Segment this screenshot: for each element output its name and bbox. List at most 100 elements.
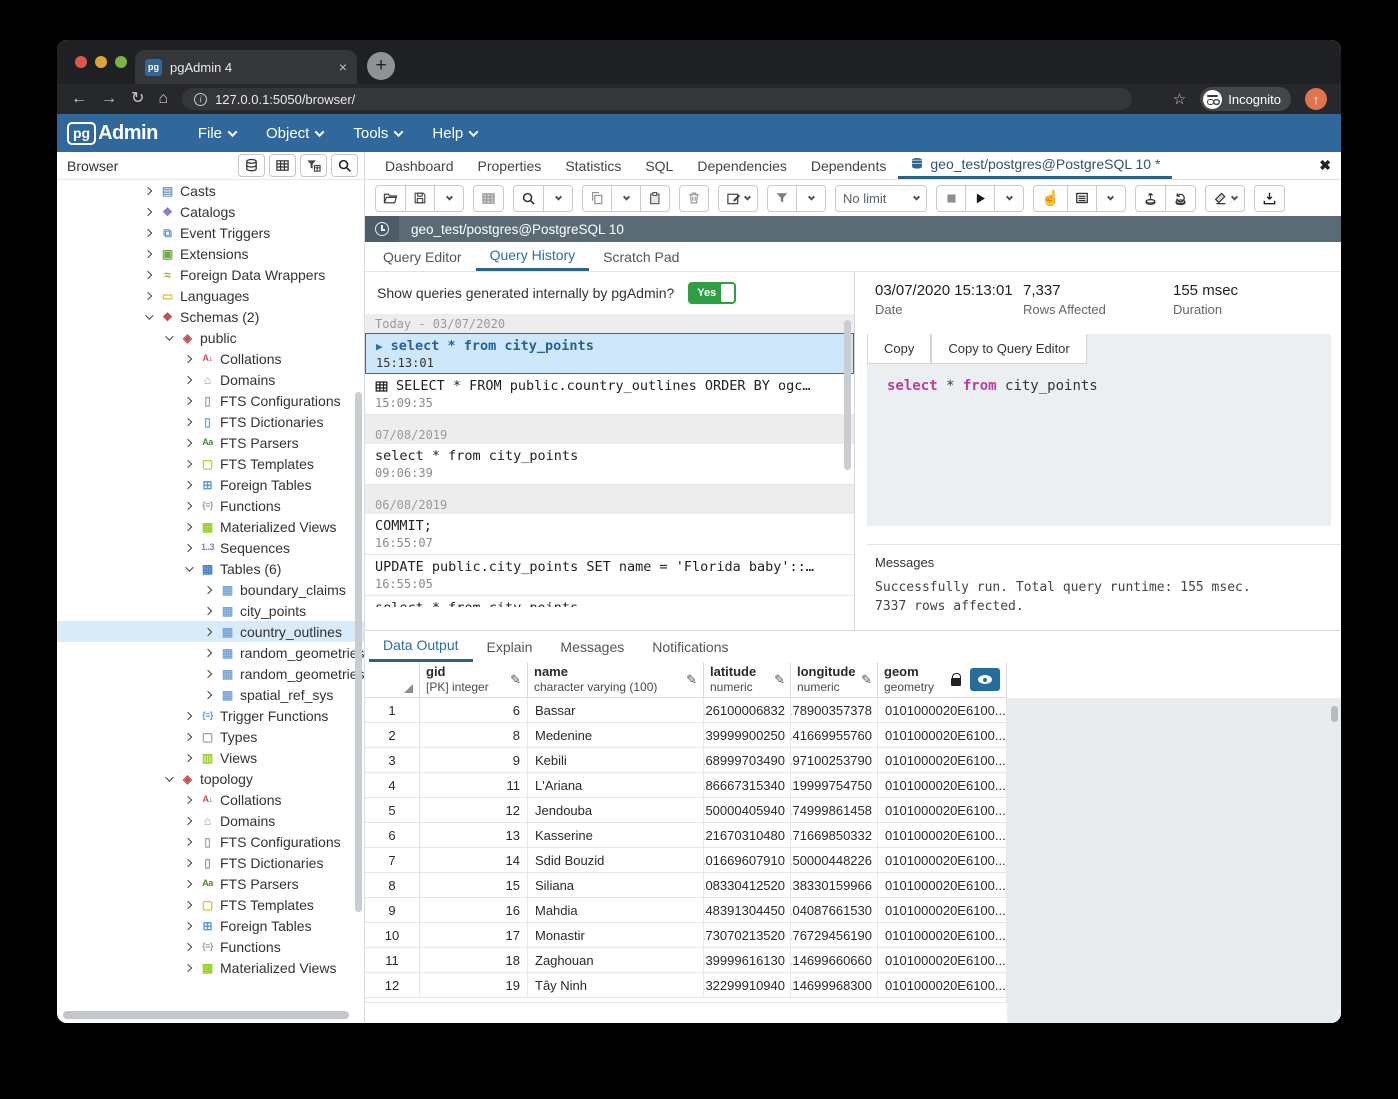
cell[interactable]: 0.41669955760 bbox=[791, 723, 878, 748]
tree-item-sequences[interactable]: 1..3Sequences bbox=[57, 537, 364, 558]
chevron-down-icon[interactable] bbox=[165, 332, 173, 340]
chevron-right-icon[interactable] bbox=[184, 396, 192, 404]
chevron-down-icon[interactable] bbox=[185, 563, 193, 571]
cell[interactable]: .39999900250 bbox=[704, 723, 791, 748]
cell[interactable]: .73070213520 bbox=[704, 923, 791, 948]
chevron-right-icon[interactable] bbox=[184, 837, 192, 845]
reload-icon[interactable]: ↻ bbox=[131, 91, 144, 107]
cell[interactable]: Monastir bbox=[528, 923, 704, 948]
cell[interactable]: 9 bbox=[365, 898, 420, 923]
chevron-right-icon[interactable] bbox=[144, 228, 152, 236]
chevron-right-icon[interactable] bbox=[184, 900, 192, 908]
column-header-longitude[interactable]: longitudenumeric✎ bbox=[791, 662, 878, 698]
cell[interactable]: 9.38330159966 bbox=[791, 873, 878, 898]
cell[interactable]: 0.76729456190 bbox=[791, 923, 878, 948]
cell[interactable]: 4 bbox=[365, 773, 420, 798]
cell[interactable]: .50000405940 bbox=[704, 798, 791, 823]
explain-analyze-icon[interactable] bbox=[1067, 185, 1097, 212]
chevron-right-icon[interactable] bbox=[144, 291, 152, 299]
cell[interactable]: 6.14699968300 bbox=[791, 973, 878, 998]
tree-item-casts[interactable]: ▤Casts bbox=[57, 180, 364, 201]
tree-item-fts-dictionaries[interactable]: ▯FTS Dictionaries bbox=[57, 411, 364, 432]
new-tab-button[interactable]: + bbox=[367, 52, 395, 80]
cell[interactable]: 8.71669850332 bbox=[791, 823, 878, 848]
subtab-scratch-pad[interactable]: Scratch Pad bbox=[589, 242, 693, 271]
download-button[interactable] bbox=[1254, 185, 1285, 212]
chevron-right-icon[interactable] bbox=[184, 543, 192, 551]
menu-tools[interactable]: Tools bbox=[353, 125, 402, 142]
filter-button[interactable] bbox=[767, 185, 797, 212]
tree-item-catalogs[interactable]: ❖Catalogs bbox=[57, 201, 364, 222]
cell[interactable]: 8 bbox=[420, 723, 528, 748]
cell[interactable]: 14 bbox=[420, 848, 528, 873]
cell[interactable]: 0101000020E6100... bbox=[878, 873, 1007, 898]
grid-icon[interactable] bbox=[269, 154, 296, 177]
cell[interactable]: 0101000020E6100... bbox=[878, 748, 1007, 773]
tab-dashboard[interactable]: Dashboard bbox=[373, 152, 466, 179]
cell[interactable]: 2 bbox=[365, 723, 420, 748]
cell[interactable]: 18 bbox=[420, 948, 528, 973]
cell[interactable]: 0.78900357378 bbox=[791, 698, 878, 723]
chevron-down-icon[interactable] bbox=[165, 773, 173, 781]
cell[interactable]: 11 bbox=[420, 773, 528, 798]
address-bar[interactable]: i 127.0.0.1:5050/browser/ bbox=[182, 88, 1132, 110]
history-item[interactable]: select * from city_points09:06:39 bbox=[365, 444, 854, 485]
cell[interactable]: 11 bbox=[365, 948, 420, 973]
cell[interactable]: Zaghouan bbox=[528, 948, 704, 973]
close-tab-icon[interactable]: × bbox=[339, 59, 347, 75]
cell[interactable]: 0.19999754750 bbox=[791, 773, 878, 798]
edit-options-button[interactable] bbox=[718, 185, 758, 212]
cell[interactable]: 0.14699660660 bbox=[791, 948, 878, 973]
chevron-right-icon[interactable] bbox=[204, 690, 212, 698]
output-tab-explain[interactable]: Explain bbox=[473, 631, 547, 662]
filter-options-chevron[interactable] bbox=[796, 185, 826, 212]
tree-item-collations[interactable]: A↓Collations bbox=[57, 789, 364, 810]
cell[interactable]: 9.50000448226 bbox=[791, 848, 878, 873]
chevron-right-icon[interactable] bbox=[184, 732, 192, 740]
clear-button[interactable] bbox=[1205, 185, 1245, 212]
tree-item-extensions[interactable]: ▣Extensions bbox=[57, 243, 364, 264]
chevron-right-icon[interactable] bbox=[144, 186, 152, 194]
close-panel-icon[interactable]: ✖ bbox=[1319, 157, 1331, 174]
chevron-right-icon[interactable] bbox=[184, 375, 192, 383]
tab-dependencies[interactable]: Dependencies bbox=[685, 152, 799, 179]
edit-pencil-icon[interactable]: ✎ bbox=[774, 672, 785, 688]
cell[interactable]: 0101000020E6100... bbox=[878, 948, 1007, 973]
tree-horizontal-scrollbar[interactable] bbox=[63, 1011, 349, 1019]
menu-help[interactable]: Help bbox=[432, 125, 477, 142]
history-scrollbar[interactable] bbox=[844, 320, 851, 470]
tab-sql[interactable]: SQL bbox=[633, 152, 685, 179]
cell[interactable]: .68999703490 bbox=[704, 748, 791, 773]
tree-item-trigger-functions[interactable]: {≡}Trigger Functions bbox=[57, 705, 364, 726]
chevron-right-icon[interactable] bbox=[184, 417, 192, 425]
chevron-right-icon[interactable] bbox=[184, 438, 192, 446]
chevron-right-icon[interactable] bbox=[184, 816, 192, 824]
internal-queries-toggle[interactable]: Yes bbox=[688, 282, 736, 304]
chevron-right-icon[interactable] bbox=[184, 921, 192, 929]
tree-item-views[interactable]: ▥Views bbox=[57, 747, 364, 768]
cell[interactable]: 8.97100253790 bbox=[791, 748, 878, 773]
explain-hand-icon[interactable]: ☝ bbox=[1033, 185, 1068, 212]
tree-item-fts-templates[interactable]: ▢FTS Templates bbox=[57, 453, 364, 474]
cell[interactable]: 7 bbox=[365, 848, 420, 873]
chevron-right-icon[interactable] bbox=[184, 354, 192, 362]
tree-item-random-geometries[interactable]: ▦random_geometries bbox=[57, 642, 364, 663]
cell[interactable]: 0101000020E6100... bbox=[878, 898, 1007, 923]
cell[interactable]: 0101000020E6100... bbox=[878, 973, 1007, 998]
tab-properties[interactable]: Properties bbox=[466, 152, 554, 179]
chevron-right-icon[interactable] bbox=[144, 270, 152, 278]
tree-item-schemas-2[interactable]: ❖Schemas (2) bbox=[57, 306, 364, 327]
cell[interactable]: 6 bbox=[420, 698, 528, 723]
find-options-chevron[interactable] bbox=[543, 185, 573, 212]
select-all-icon[interactable] bbox=[404, 684, 413, 693]
chevron-right-icon[interactable] bbox=[204, 669, 212, 677]
cell[interactable]: Mahdia bbox=[528, 898, 704, 923]
output-tab-notifications[interactable]: Notifications bbox=[638, 631, 742, 662]
cell[interactable]: .32299910940 bbox=[704, 973, 791, 998]
subtab-query-editor[interactable]: Query Editor bbox=[369, 242, 476, 271]
chevron-right-icon[interactable] bbox=[184, 501, 192, 509]
cell[interactable]: 8.74999861458 bbox=[791, 798, 878, 823]
history-item[interactable]: select * from city_points bbox=[365, 596, 854, 607]
history-item[interactable]: ▶select * from city_points15:13:01 bbox=[365, 333, 854, 374]
chevron-right-icon[interactable] bbox=[184, 480, 192, 488]
